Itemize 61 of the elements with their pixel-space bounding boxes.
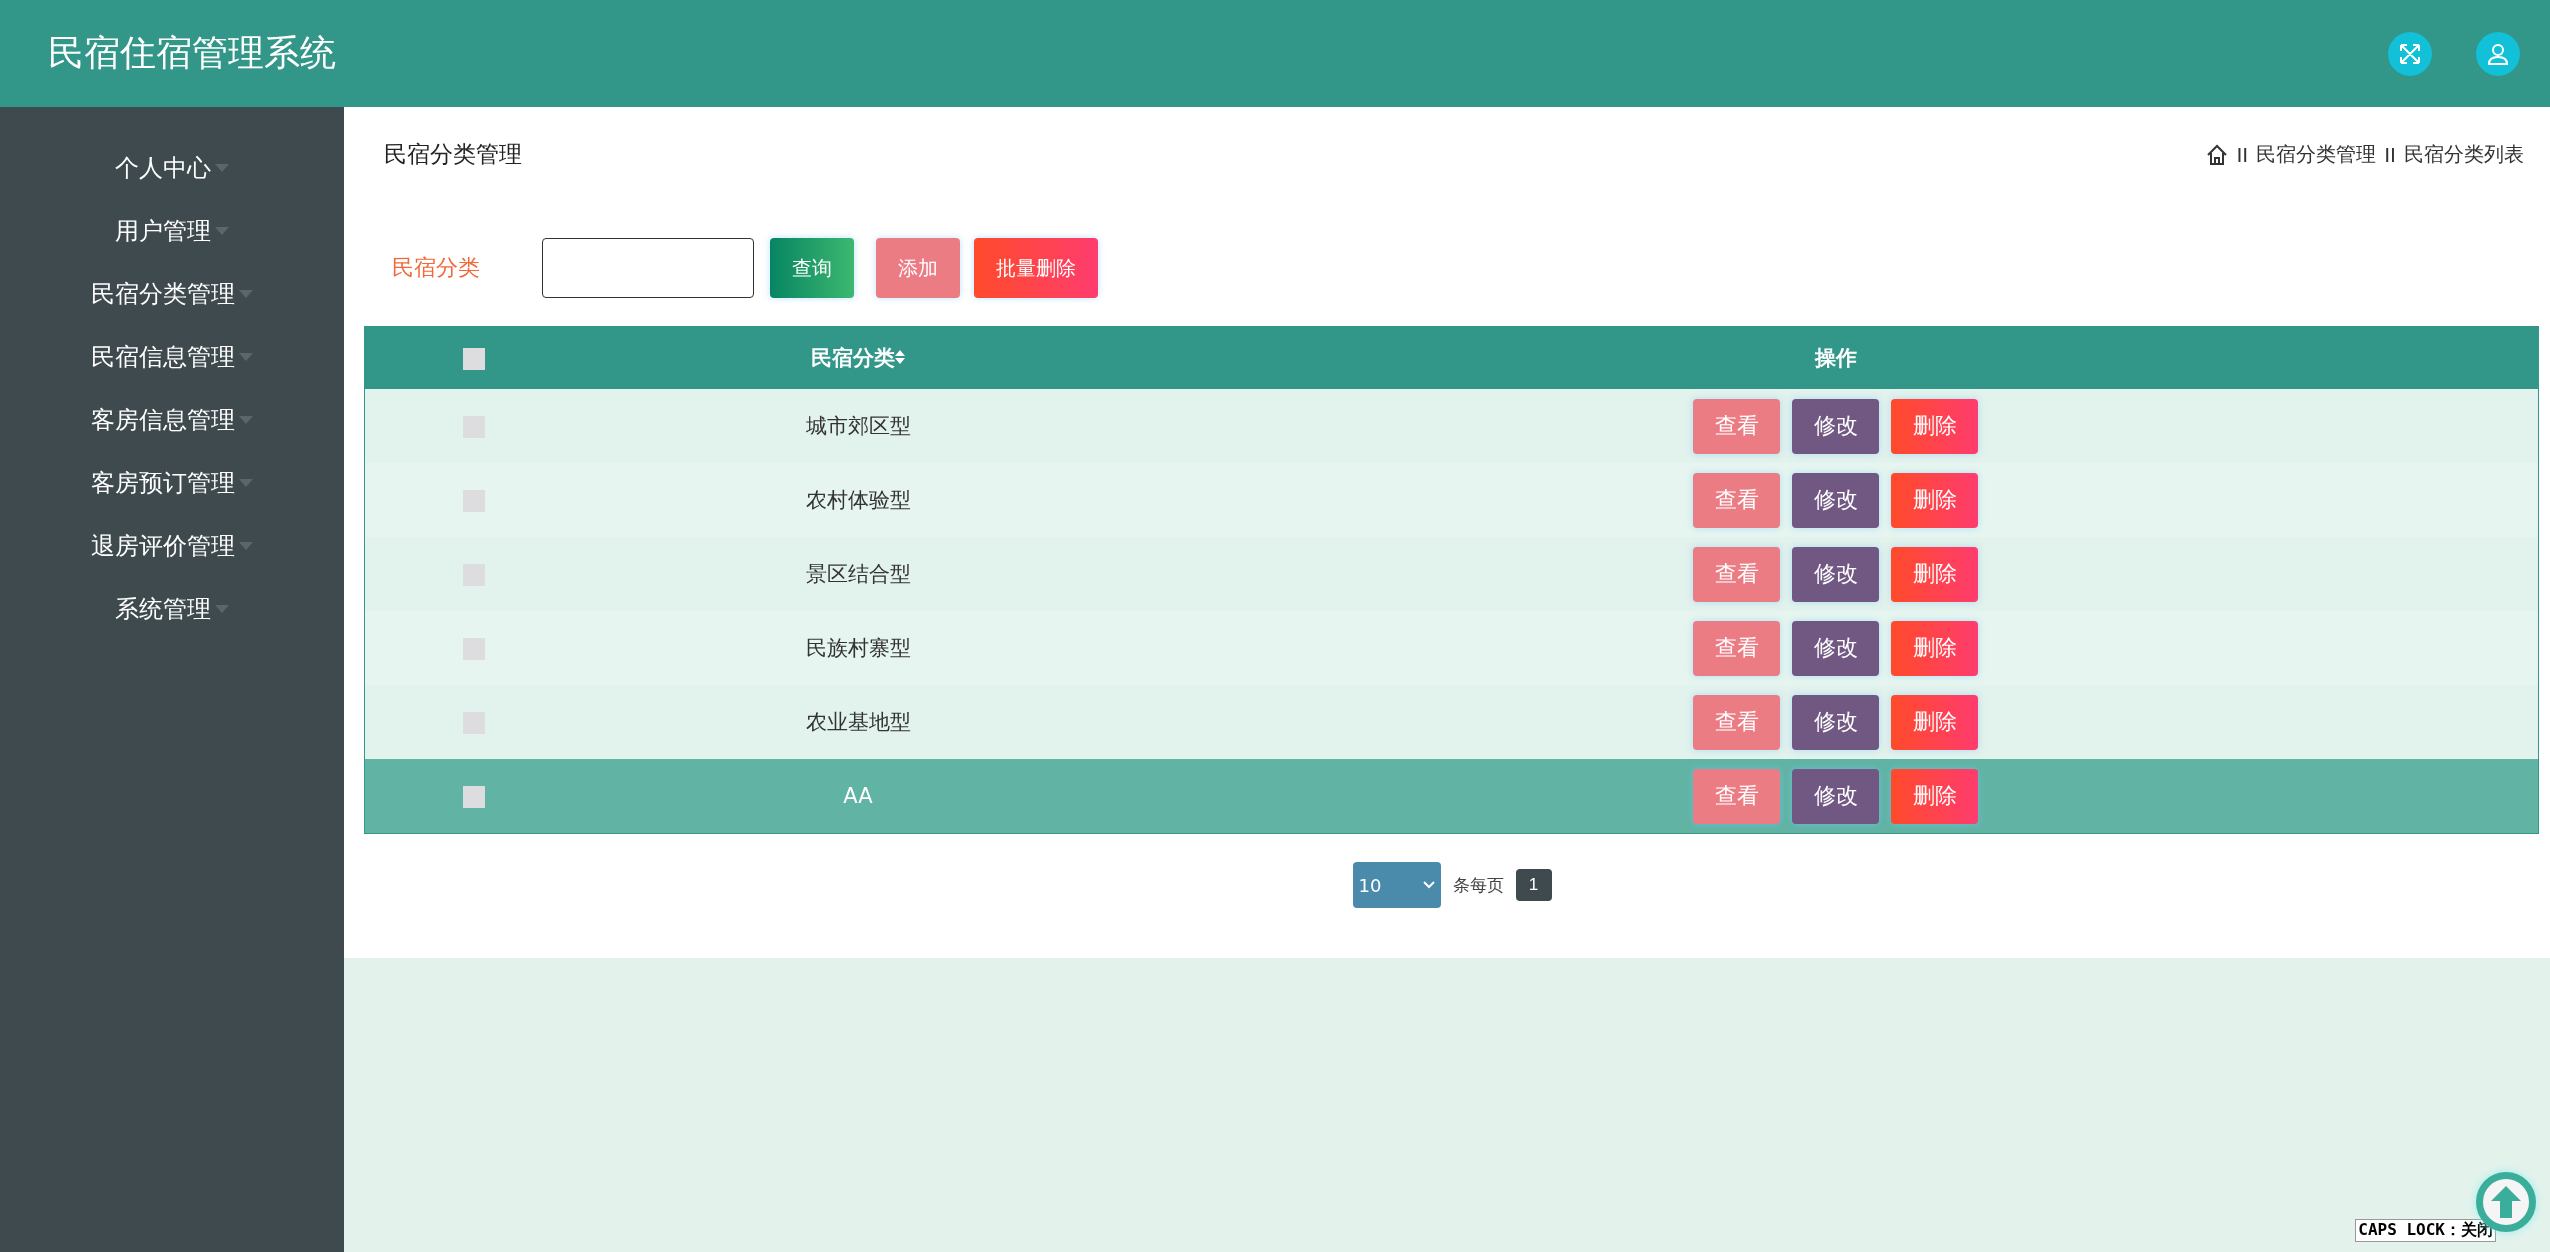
sidebar-item[interactable]: 个人中心	[115, 149, 229, 186]
table-cell: 民族村寨型	[583, 611, 1133, 685]
caret-icon	[239, 478, 253, 487]
delete-button[interactable]: 删除	[1891, 620, 1978, 676]
table-cell: 城市郊区型	[583, 389, 1133, 463]
page-size-select[interactable]: 10	[1352, 862, 1441, 908]
search-field[interactable]	[542, 238, 754, 298]
sidebar-item[interactable]: 客房信息管理	[91, 401, 253, 438]
delete-button[interactable]: 删除	[1891, 546, 1978, 602]
caret-icon	[215, 163, 229, 172]
chevron-icon	[1422, 881, 1435, 889]
delete-button[interactable]: 删除	[1891, 472, 1978, 528]
batch-delete-button[interactable]: 批量删除	[974, 238, 1098, 298]
page-size-label: 条每页	[1452, 873, 1504, 897]
expand-arrows-icon	[2398, 41, 2422, 66]
edit-button[interactable]: 修改	[1792, 546, 1879, 602]
user-button[interactable]	[2476, 31, 2520, 76]
breadcrumb-link[interactable]: 民宿分类管理	[2256, 141, 2377, 168]
field-label: 民宿分类	[392, 254, 481, 282]
checkbox[interactable]	[463, 348, 485, 370]
home-icon[interactable]	[2206, 143, 2229, 166]
delete-button[interactable]: 删除	[1891, 768, 1978, 824]
up-arrow-icon	[2491, 1186, 2521, 1218]
table-cell: 景区结合型	[583, 537, 1133, 611]
column-header: 操作	[1133, 326, 2539, 389]
breadcrumb-link[interactable]: 民宿分类列表	[2404, 141, 2524, 168]
caret-icon	[215, 226, 229, 235]
caret-icon	[239, 289, 253, 298]
caret-icon	[215, 604, 229, 613]
edit-button[interactable]: 修改	[1792, 398, 1879, 454]
sidebar-item[interactable]: 民宿信息管理	[91, 338, 253, 375]
edit-button[interactable]: 修改	[1792, 472, 1879, 528]
checkbox[interactable]	[463, 490, 485, 512]
checkbox[interactable]	[463, 638, 485, 660]
sidebar-item[interactable]: 系统管理	[115, 590, 229, 627]
page-button[interactable]: 1	[1515, 869, 1552, 901]
table-cell: 农业基地型	[583, 685, 1133, 759]
table-cell: AA	[583, 759, 1133, 834]
sidebar-item[interactable]: 用户管理	[115, 212, 229, 249]
caret-icon	[239, 352, 253, 361]
table-cell: 农村体验型	[583, 463, 1133, 537]
breadcrumb-separator: II	[2384, 142, 2396, 167]
edit-button[interactable]: 修改	[1792, 620, 1879, 676]
delete-button[interactable]: 删除	[1891, 694, 1978, 750]
user-icon	[2486, 41, 2510, 66]
edit-button[interactable]: 修改	[1792, 694, 1879, 750]
app-title: 民宿住宿管理系统	[48, 31, 336, 75]
sidebar-item[interactable]: 退房评价管理	[91, 527, 253, 564]
query-button[interactable]: 查询	[770, 238, 854, 298]
sidebar-item[interactable]: 客房预订管理	[91, 464, 253, 501]
column-header[interactable]: 民宿分类	[583, 326, 1133, 389]
delete-button[interactable]: 删除	[1891, 398, 1978, 454]
caret-icon	[239, 415, 253, 424]
edit-button[interactable]: 修改	[1792, 768, 1879, 824]
breadcrumb-separator: II	[2236, 142, 2249, 167]
sort-icon	[895, 349, 905, 365]
caret-icon	[239, 541, 253, 550]
checkbox[interactable]	[463, 786, 485, 808]
fullscreen-button[interactable]	[2388, 31, 2432, 76]
page-title: 民宿分类管理	[384, 140, 522, 169]
sidebar-item[interactable]: 民宿分类管理	[91, 275, 253, 312]
